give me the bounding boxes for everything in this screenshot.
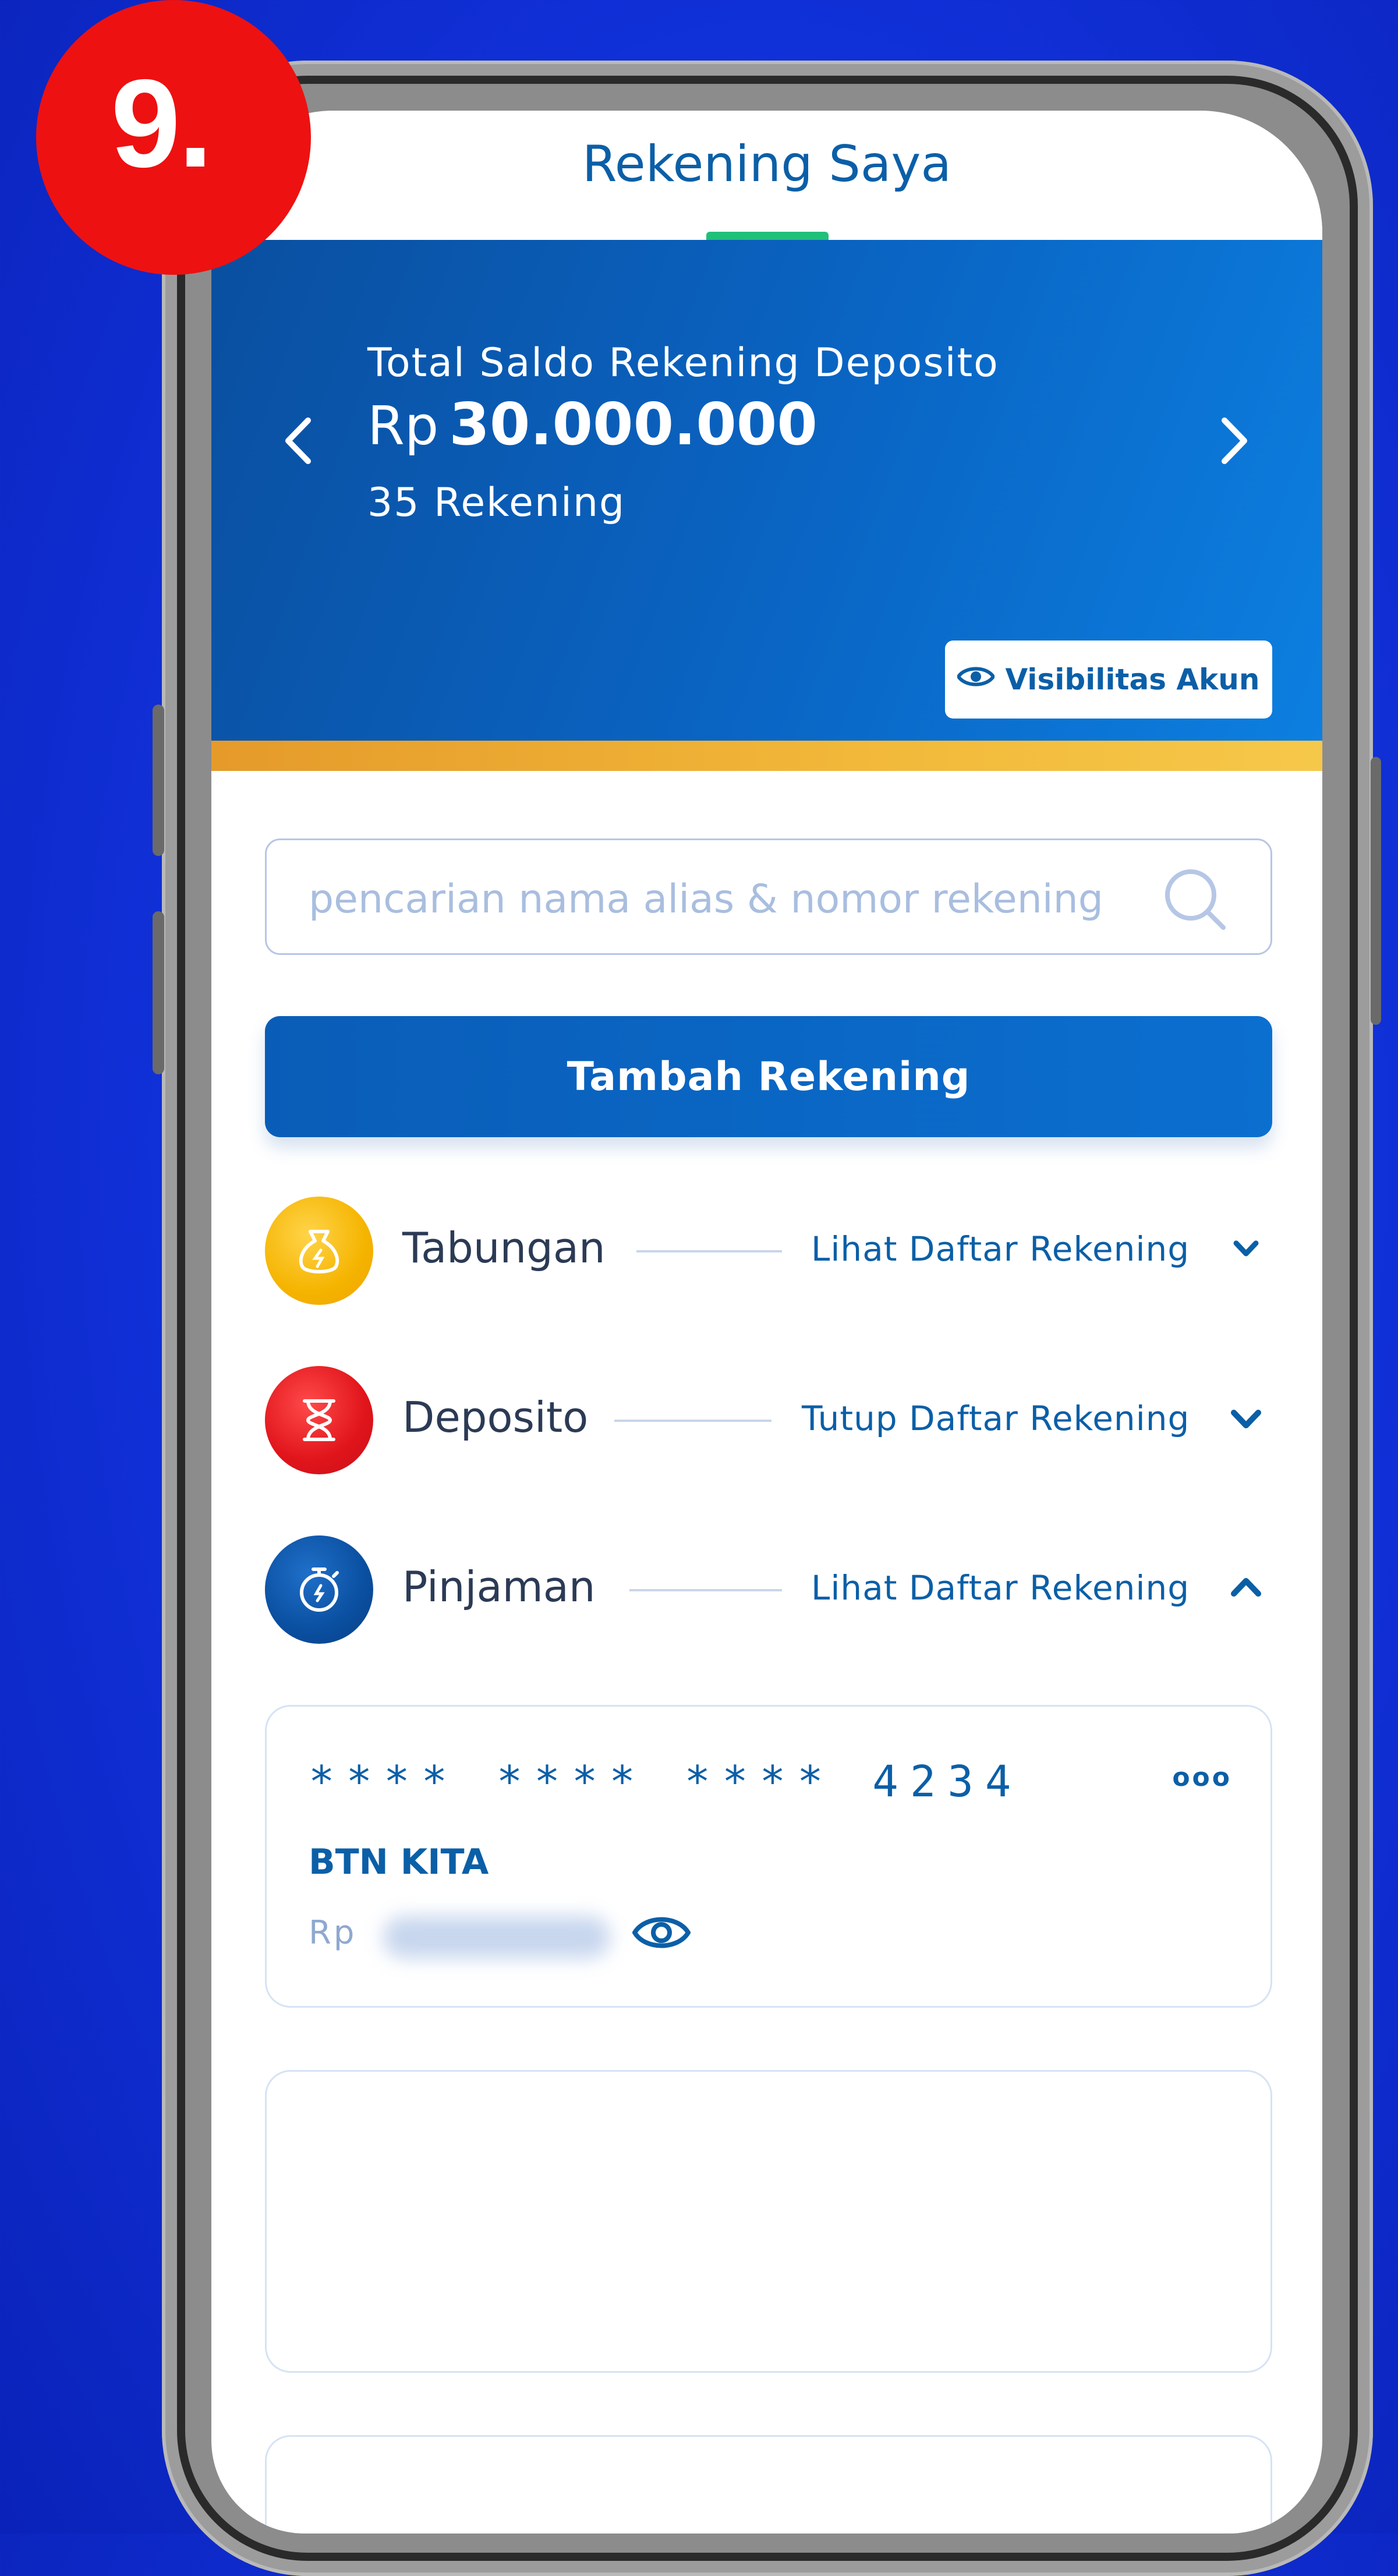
chevron-down-icon[interactable] — [1220, 1220, 1272, 1278]
visibility-button-label: Visibilitas Akun — [1005, 663, 1260, 696]
masked-account-number: **** **** **** 4234 — [309, 1757, 1023, 1807]
account-count: 35 Rekening — [367, 480, 626, 526]
divider-line — [614, 1420, 771, 1422]
step-badge: 9. — [36, 0, 311, 275]
search-field[interactable] — [265, 838, 1272, 955]
category-row-tabungan[interactable]: Tabungan Lihat Daftar Rekening — [265, 1197, 1272, 1305]
chevron-left-icon[interactable] — [280, 415, 315, 476]
divider-line — [636, 1250, 782, 1252]
hourglass-icon — [265, 1366, 373, 1474]
balance-value: 30.000.000 — [449, 390, 817, 458]
chevron-right-icon[interactable] — [1218, 415, 1252, 476]
account-card-placeholder — [265, 2070, 1272, 2373]
total-balance-amount: Rp 30.000.000 — [367, 390, 817, 458]
category-link[interactable]: Lihat Daftar Rekening — [811, 1229, 1190, 1269]
stopwatch-icon — [265, 1535, 373, 1644]
phone-side-button — [153, 911, 164, 1074]
page-title: Rekening Saya — [582, 135, 952, 193]
accent-stripe — [211, 741, 1322, 771]
hidden-balance — [383, 1916, 610, 1958]
visibility-account-button[interactable]: Visibilitas Akun — [945, 641, 1272, 719]
category-name: Pinjaman — [402, 1562, 596, 1611]
currency-label: Rp — [309, 1914, 357, 1952]
more-options-icon[interactable]: ooo — [1172, 1763, 1232, 1792]
phone-power-button — [1371, 757, 1381, 1025]
account-name: BTN KITA — [309, 1842, 489, 1883]
category-row-deposito[interactable]: Deposito Tutup Daftar Rekening — [265, 1366, 1272, 1474]
search-input[interactable] — [307, 864, 1125, 935]
account-card-placeholder — [265, 2435, 1272, 2533]
balance-summary-card: Total Saldo Rekening Deposito Rp 30.000.0… — [211, 240, 1322, 741]
top-bar: Rekening Saya — [211, 111, 1322, 240]
app-screen: Rekening Saya Total Saldo Rekening Depos… — [211, 111, 1322, 2533]
search-icon[interactable] — [1160, 865, 1230, 937]
phone-side-button — [153, 705, 164, 856]
category-link[interactable]: Lihat Daftar Rekening — [811, 1568, 1190, 1608]
eye-icon — [956, 663, 996, 696]
category-name: Deposito — [402, 1393, 589, 1442]
chevron-up-icon[interactable] — [1220, 1559, 1272, 1617]
currency-label: Rp — [367, 395, 439, 457]
chevron-down-icon[interactable] — [1220, 1389, 1272, 1448]
category-row-pinjaman[interactable]: Pinjaman Lihat Daftar Rekening — [265, 1535, 1272, 1644]
category-name: Tabungan — [402, 1223, 606, 1272]
account-card[interactable]: **** **** **** 4234 ooo BTN KITA Rp — [265, 1705, 1272, 2008]
category-link[interactable]: Tutup Daftar Rekening — [802, 1399, 1190, 1438]
tab-indicator — [706, 232, 829, 240]
divider-line — [629, 1589, 782, 1591]
add-account-button[interactable]: Tambah Rekening — [265, 1016, 1272, 1137]
total-balance-label: Total Saldo Rekening Deposito — [367, 340, 999, 386]
eye-icon[interactable] — [632, 1912, 691, 1956]
money-bag-icon — [265, 1197, 373, 1305]
